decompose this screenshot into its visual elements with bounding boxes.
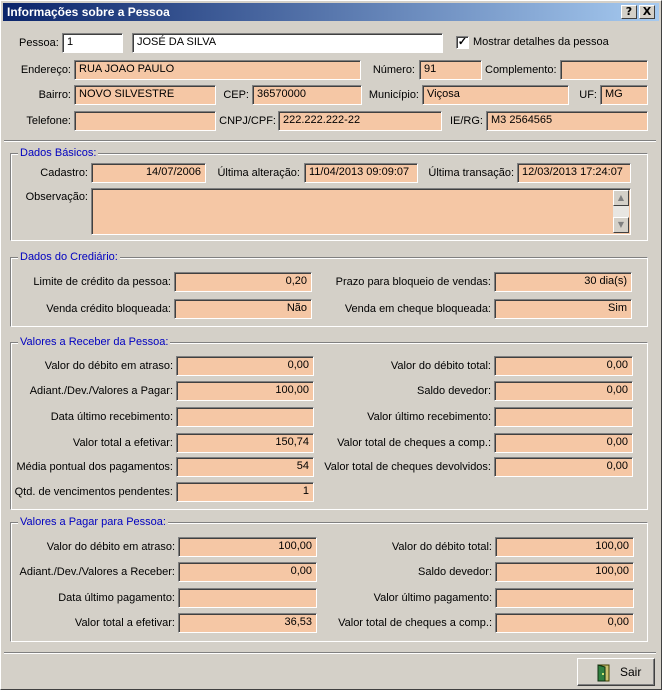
pagar-adiant-label: Adiant./Dev./Valores a Receber: (19, 566, 175, 578)
cep-field: 36570000 (252, 85, 362, 105)
receber-debito-total-label: Valor do débito total: (390, 360, 491, 372)
valores-pagar-title: Valores a Pagar para Pessoa: (18, 515, 168, 529)
sair-label: Sair (620, 665, 642, 679)
bairro-label: Bairro: (38, 89, 71, 101)
pagar-valor-ultimo-field (495, 588, 634, 608)
receber-valor-ultimo-label: Valor último recebimento: (367, 411, 491, 423)
ultima-transacao-field: 12/03/2013 17:24:07 (517, 163, 631, 183)
show-details-label[interactable]: Mostrar detalhes da pessoa (473, 32, 609, 52)
venda-credito-field: Não (174, 299, 312, 319)
valores-receber-title: Valores a Receber da Pessoa: (18, 335, 171, 349)
pagar-data-ultimo-field (178, 588, 317, 608)
scroll-up-icon[interactable]: ▲ (613, 190, 629, 206)
receber-qtd-label: Qtd. de vencimentos pendentes: (14, 486, 173, 498)
limite-credito-label: Limite de crédito da pessoa: (33, 276, 171, 288)
receber-media-field: 54 (176, 457, 314, 477)
pagar-total-efetivar-label: Valor total a efetivar: (74, 617, 175, 629)
observacao-label: Observação: (25, 191, 88, 203)
cnpj-label: CNPJ/CPF: (219, 115, 276, 127)
receber-adiant-field: 100,00 (176, 381, 314, 401)
endereco-label: Endereço: (20, 64, 71, 76)
ultima-alteracao-field: 11/04/2013 09:09:07 (304, 163, 418, 183)
help-button[interactable]: ? (621, 5, 637, 19)
receber-cheques-dev-label: Valor total de cheques devolvidos: (324, 461, 491, 473)
dados-crediario-title: Dados do Crediário: (18, 250, 120, 264)
pagar-debito-total-label: Valor do débito total: (391, 541, 492, 553)
endereco-field: RUA JOAO PAULO (74, 60, 361, 80)
pagar-saldo-label: Saldo devedor: (418, 566, 492, 578)
receber-media-label: Média pontual dos pagamentos: (16, 461, 173, 473)
ie-field: M3 2564565 (486, 111, 648, 131)
receber-cheques-dev-field: 0,00 (494, 457, 633, 477)
pagar-debito-atraso-field: 100,00 (178, 537, 317, 557)
show-details-checkbox[interactable]: ✓ (456, 36, 469, 49)
pagar-total-efetivar-field: 36,53 (178, 613, 317, 633)
numero-field: 91 (419, 60, 482, 80)
pagar-data-ultimo-label: Data último pagamento: (58, 592, 175, 604)
venda-credito-label: Venda crédito bloqueada: (46, 303, 171, 315)
footer-separator (4, 652, 656, 654)
limite-credito-field: 0,20 (174, 272, 312, 292)
info-pessoa-window: Informações sobre a Pessoa ? X Pessoa: 1… (0, 0, 662, 690)
prazo-bloqueio-label: Prazo para bloqueio de vendas: (335, 276, 491, 288)
scroll-down-icon[interactable]: ▼ (613, 217, 629, 233)
sair-button[interactable]: Sair (577, 658, 655, 686)
dados-basicos-title: Dados Básicos: (18, 146, 99, 160)
header-separator (4, 140, 656, 142)
telefone-label: Telefone: (26, 115, 71, 127)
receber-debito-total-field: 0,00 (494, 356, 633, 376)
observacao-scrollbar[interactable]: ▲ ▼ (613, 190, 629, 233)
municipio-field: Viçosa (422, 85, 569, 105)
uf-field: MG (600, 85, 648, 105)
pagar-saldo-field: 100,00 (495, 562, 634, 582)
pagar-adiant-field: 0,00 (178, 562, 317, 582)
telefone-field (74, 111, 216, 131)
pessoa-code-input[interactable]: 1 (62, 33, 123, 53)
receber-data-ultimo-field (176, 407, 314, 427)
window-title: Informações sobre a Pessoa (7, 5, 170, 19)
pessoa-label: Pessoa: (19, 37, 59, 49)
receber-cheques-comp-field: 0,00 (494, 433, 633, 453)
prazo-bloqueio-field: 30 dia(s) (494, 272, 632, 292)
ultima-transacao-label: Última transação: (428, 167, 514, 179)
close-button[interactable]: X (639, 5, 655, 19)
receber-saldo-field: 0,00 (494, 381, 633, 401)
numero-label: Número: (372, 64, 415, 76)
exit-door-icon (597, 664, 610, 682)
uf-label: UF: (579, 89, 597, 101)
pagar-valor-ultimo-label: Valor último pagamento: (373, 592, 492, 604)
ultima-alteracao-label: Última alteração: (217, 167, 300, 179)
receber-total-efetivar-field: 150,74 (176, 433, 314, 453)
venda-cheque-field: Sim (494, 299, 632, 319)
receber-debito-atraso-field: 0,00 (176, 356, 314, 376)
pagar-cheques-comp-field: 0,00 (495, 613, 634, 633)
title-bar: Informações sobre a Pessoa (3, 3, 659, 21)
receber-qtd-field: 1 (176, 482, 314, 502)
receber-data-ultimo-label: Data último recebimento: (50, 411, 173, 423)
cadastro-field: 14/07/2006 (91, 163, 206, 183)
pessoa-name-input[interactable]: JOSÉ DA SILVA (132, 33, 443, 53)
cadastro-label: Cadastro: (40, 167, 88, 179)
municipio-label: Município: (368, 89, 419, 101)
pagar-debito-atraso-label: Valor do débito em atraso: (46, 541, 175, 553)
pagar-debito-total-field: 100,00 (495, 537, 634, 557)
ie-label: IE/RG: (449, 115, 483, 127)
bairro-field: NOVO SILVESTRE (74, 85, 216, 105)
pagar-cheques-comp-label: Valor total de cheques a comp.: (338, 617, 492, 629)
receber-cheques-comp-label: Valor total de cheques a comp.: (337, 437, 491, 449)
complemento-field (560, 60, 648, 80)
cep-label: CEP: (223, 89, 249, 101)
receber-debito-atraso-label: Valor do débito em atraso: (44, 360, 173, 372)
receber-saldo-label: Saldo devedor: (417, 385, 491, 397)
receber-adiant-label: Adiant./Dev./Valores a Pagar: (29, 385, 173, 397)
observacao-memo[interactable]: ▲ ▼ (91, 188, 631, 235)
complemento-label: Complemento: (485, 64, 557, 76)
receber-valor-ultimo-field (494, 407, 633, 427)
cnpj-field: 222.222.222-22 (278, 111, 442, 131)
venda-cheque-label: Venda em cheque bloqueada: (344, 303, 491, 315)
receber-total-efetivar-label: Valor total a efetivar: (72, 437, 173, 449)
